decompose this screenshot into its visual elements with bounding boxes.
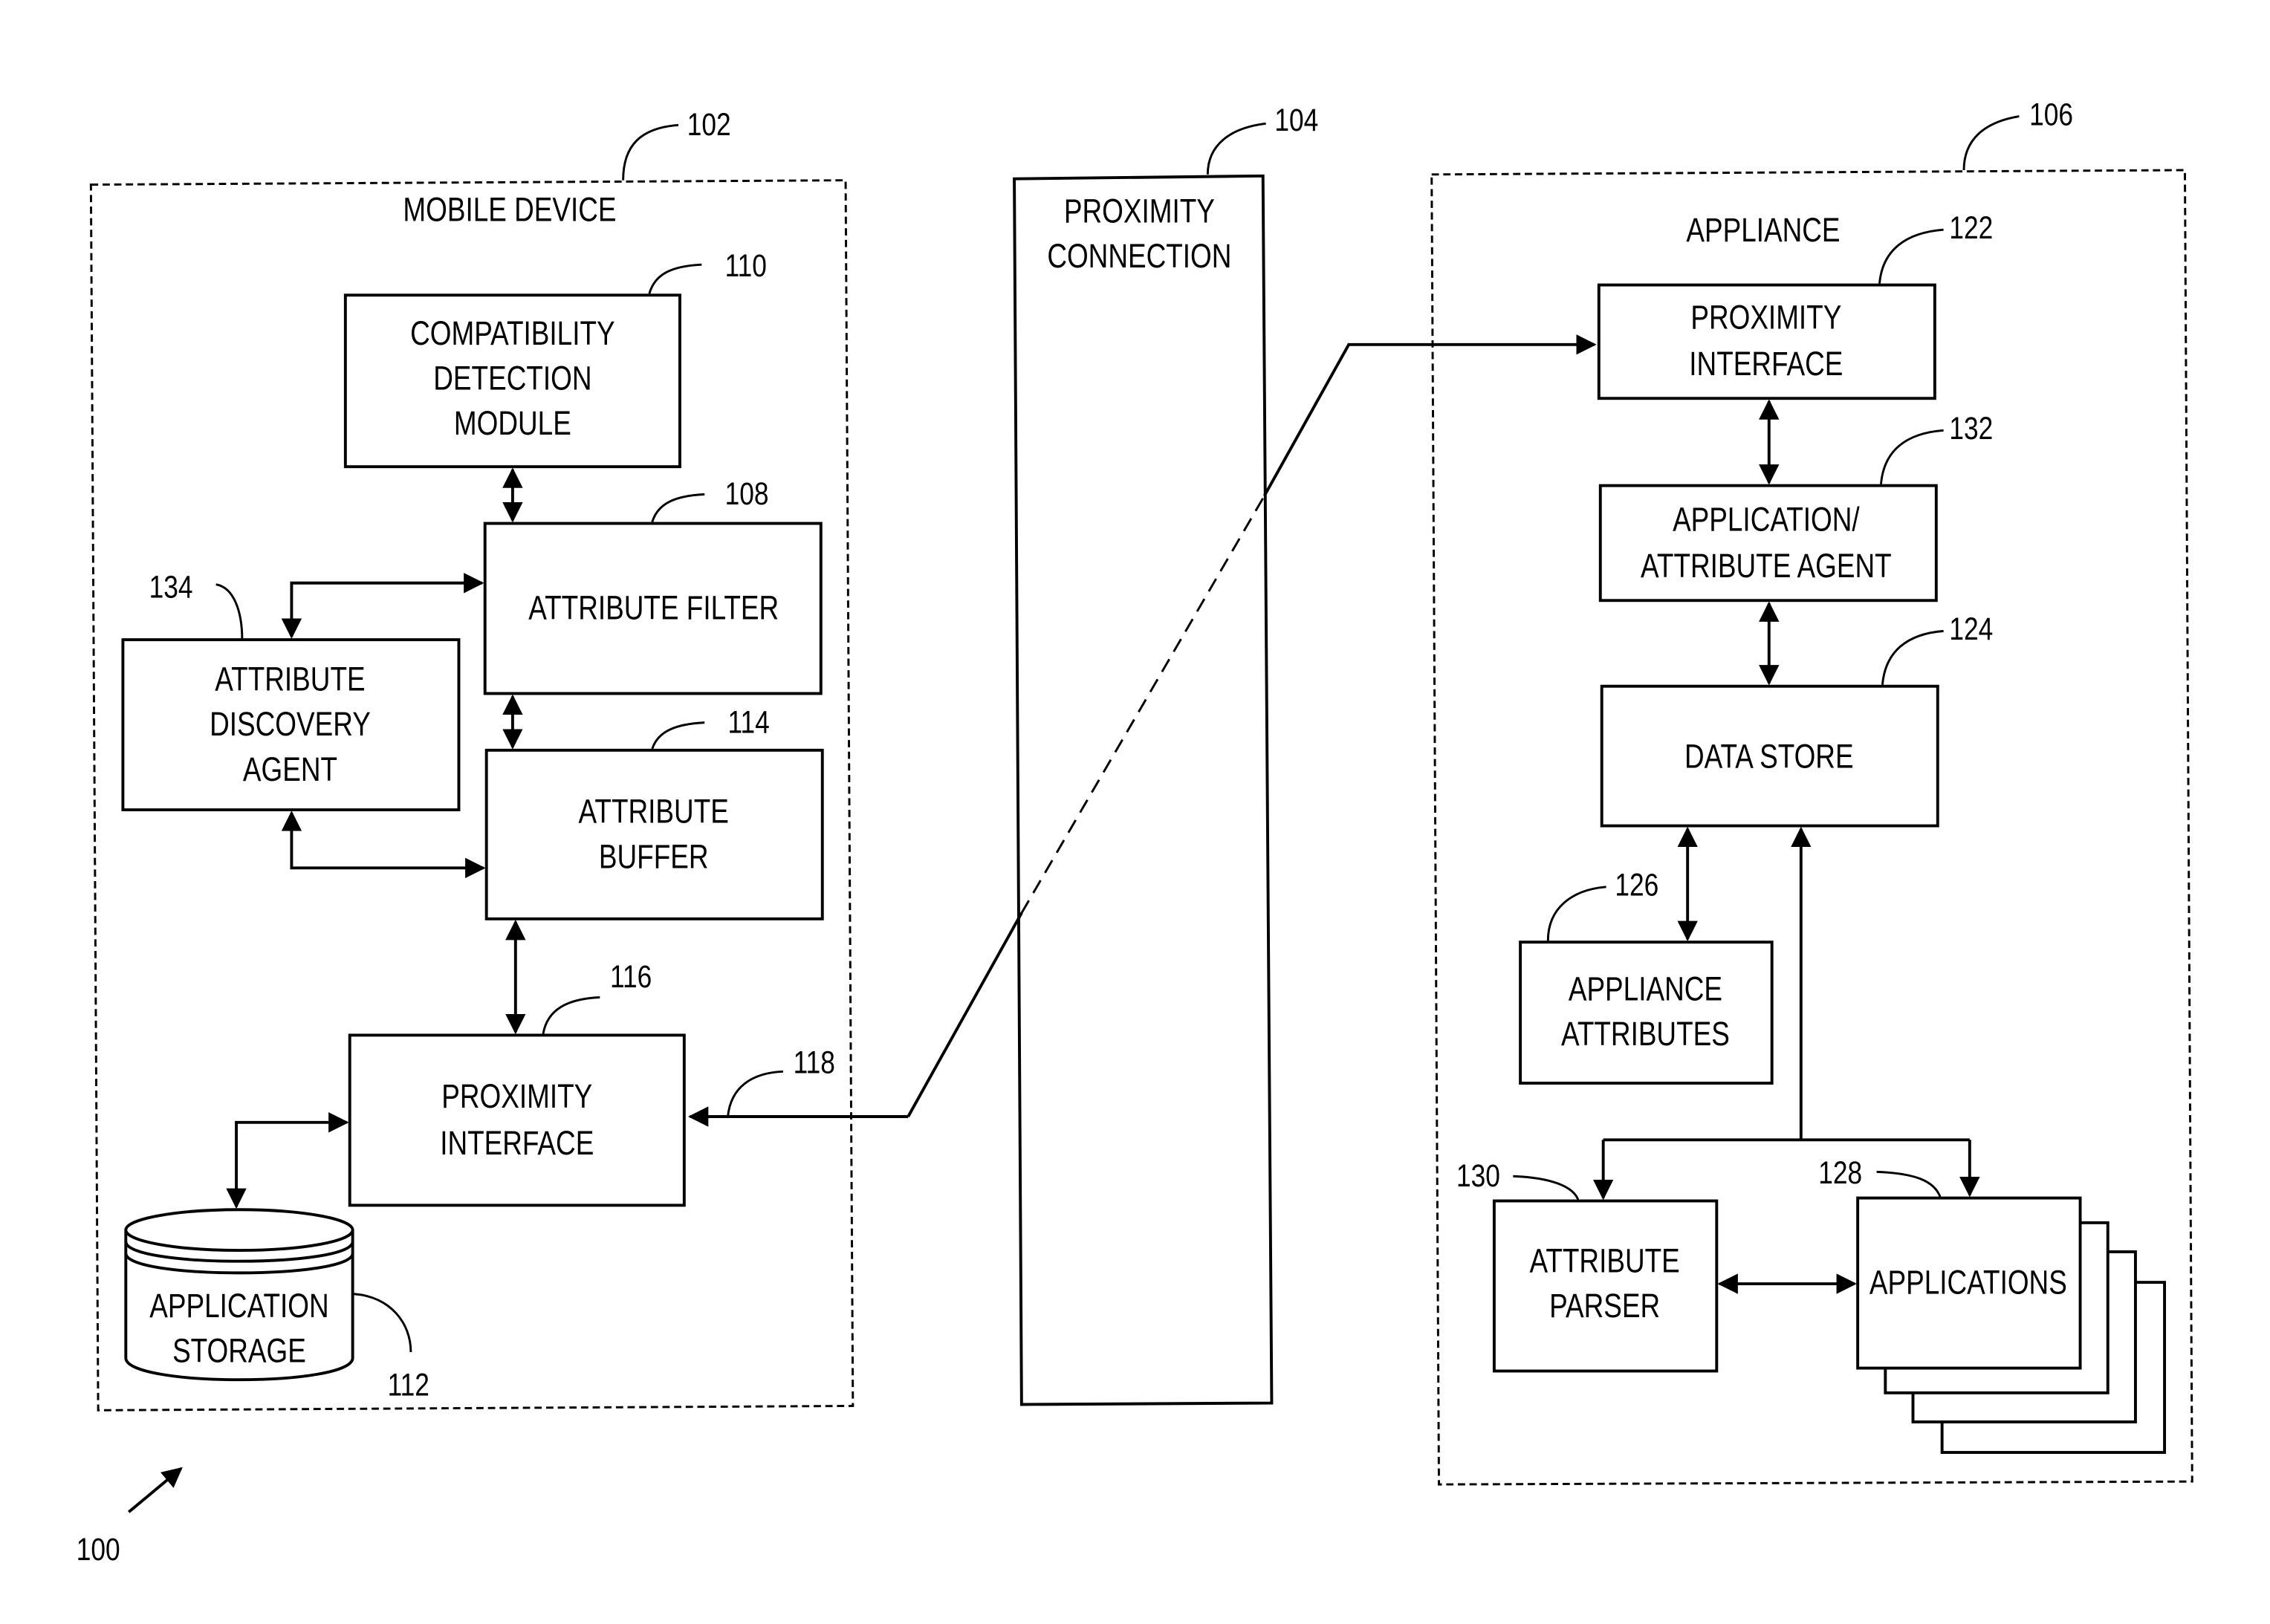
mobile-proximity-interface-label-1: PROXIMITY: [441, 1078, 592, 1115]
attribute-filter-label: ATTRIBUTE FILTER: [528, 589, 779, 626]
mobile-device-title: MOBILE DEVICE: [403, 191, 616, 228]
link-segment-right-diagonal: [1262, 334, 1597, 497]
ref-104: 104: [1274, 103, 1318, 138]
compatibility-detection-module-label-1: COMPATIBILITY: [410, 314, 614, 351]
link-segment-left-diagonal: [907, 912, 1023, 1117]
arrow-134-114: [281, 811, 486, 879]
leader-124: [1881, 629, 1944, 685]
appliance-proximity-interface-label-2: INTERFACE: [1689, 345, 1843, 382]
application-attribute-agent-label-2: ATTRIBUTE AGENT: [1641, 547, 1892, 584]
attribute-buffer-label-2: BUFFER: [599, 838, 709, 875]
leader-110: [648, 263, 702, 294]
attribute-parser-label-1: ATTRIBUTE: [1529, 1242, 1679, 1279]
proximity-connection-label-1: PROXIMITY: [1064, 192, 1215, 230]
ref-112: 112: [388, 1367, 429, 1403]
leader-106: [1962, 115, 2020, 170]
proximity-connection-box[interactable]: [1013, 174, 1274, 1406]
ref-128: 128: [1818, 1155, 1862, 1191]
system-diagram: 102 MOBILE DEVICE 110 COMPATIBILITY DETE…: [77, 97, 2193, 1568]
leader-132: [1879, 429, 1944, 484]
proximity-connection-label-2: CONNECTION: [1047, 238, 1231, 275]
appliance-title: APPLIANCE: [1686, 211, 1840, 248]
ref-116: 116: [610, 959, 652, 995]
compatibility-detection-module-label-3: MODULE: [454, 405, 571, 442]
leader-114: [651, 721, 705, 750]
ref-118: 118: [794, 1045, 835, 1080]
leader-112: [354, 1293, 412, 1353]
ref-114: 114: [728, 704, 770, 740]
mobile-device-group: 102 MOBILE DEVICE 110 COMPATIBILITY DETE…: [89, 107, 855, 1412]
leader-118: [727, 1070, 783, 1117]
ref-100: 100: [77, 1532, 120, 1568]
leader-134: [215, 583, 244, 640]
attribute-buffer-box[interactable]: [484, 748, 824, 920]
leader-102: [622, 123, 679, 181]
leader-126: [1546, 886, 1606, 941]
applications-stack[interactable]: [1856, 1196, 2167, 1455]
figure-arrow: [127, 1467, 183, 1513]
ref-122: 122: [1949, 210, 1993, 246]
arrow-134-108: [281, 573, 484, 639]
attribute-discovery-agent-label-2: DISCOVERY: [210, 706, 371, 743]
data-store-label: DATA STORE: [1684, 738, 1854, 775]
compatibility-detection-module-label-2: DETECTION: [433, 360, 591, 397]
appliance-attributes-label-1: APPLIANCE: [1569, 970, 1722, 1007]
arrow-116-112: [226, 1112, 349, 1209]
attribute-discovery-agent-label-3: AGENT: [243, 750, 337, 787]
mobile-proximity-interface-label-2: INTERFACE: [440, 1124, 594, 1161]
ref-108: 108: [725, 476, 769, 512]
application-storage-label-1: APPLICATION: [149, 1287, 328, 1325]
ref-130: 130: [1456, 1158, 1500, 1194]
appliance-attributes-label-2: ATTRIBUTES: [1561, 1016, 1730, 1053]
ref-134: 134: [149, 569, 193, 605]
appliance-proximity-interface-label-1: PROXIMITY: [1690, 299, 1841, 336]
ref-106: 106: [2029, 97, 2073, 132]
attribute-buffer-label-1: ATTRIBUTE: [579, 793, 729, 830]
appliance-attributes-box[interactable]: [1519, 941, 1774, 1085]
leader-128: [1876, 1170, 1942, 1199]
ref-110: 110: [725, 248, 767, 284]
leader-130: [1513, 1175, 1580, 1202]
leader-116: [542, 996, 600, 1034]
application-storage-label-2: STORAGE: [172, 1332, 306, 1369]
figure-reference: 100: [77, 1467, 183, 1568]
leader-104: [1206, 122, 1266, 175]
application-attribute-agent-label-1: APPLICATION/: [1673, 501, 1860, 538]
applications-label: APPLICATIONS: [1869, 1264, 2067, 1301]
ref-132: 132: [1949, 411, 1993, 446]
ref-126: 126: [1615, 867, 1658, 903]
appliance-group: 106 APPLIANCE 122 PROXIMITY INTERFACE 13…: [1430, 97, 2193, 1486]
leader-122: [1878, 228, 1944, 284]
attribute-discovery-agent-label-1: ATTRIBUTE: [215, 660, 365, 698]
attribute-parser-box[interactable]: [1492, 1199, 1719, 1373]
proximity-connection-group: 104 PROXIMITY CONNECTION: [1013, 103, 1318, 1406]
leader-108: [651, 493, 705, 523]
mobile-proximity-interface-box[interactable]: [348, 1033, 686, 1207]
attribute-parser-label-2: PARSER: [1549, 1287, 1660, 1325]
ref-102: 102: [687, 107, 731, 143]
ref-124: 124: [1949, 611, 1993, 647]
